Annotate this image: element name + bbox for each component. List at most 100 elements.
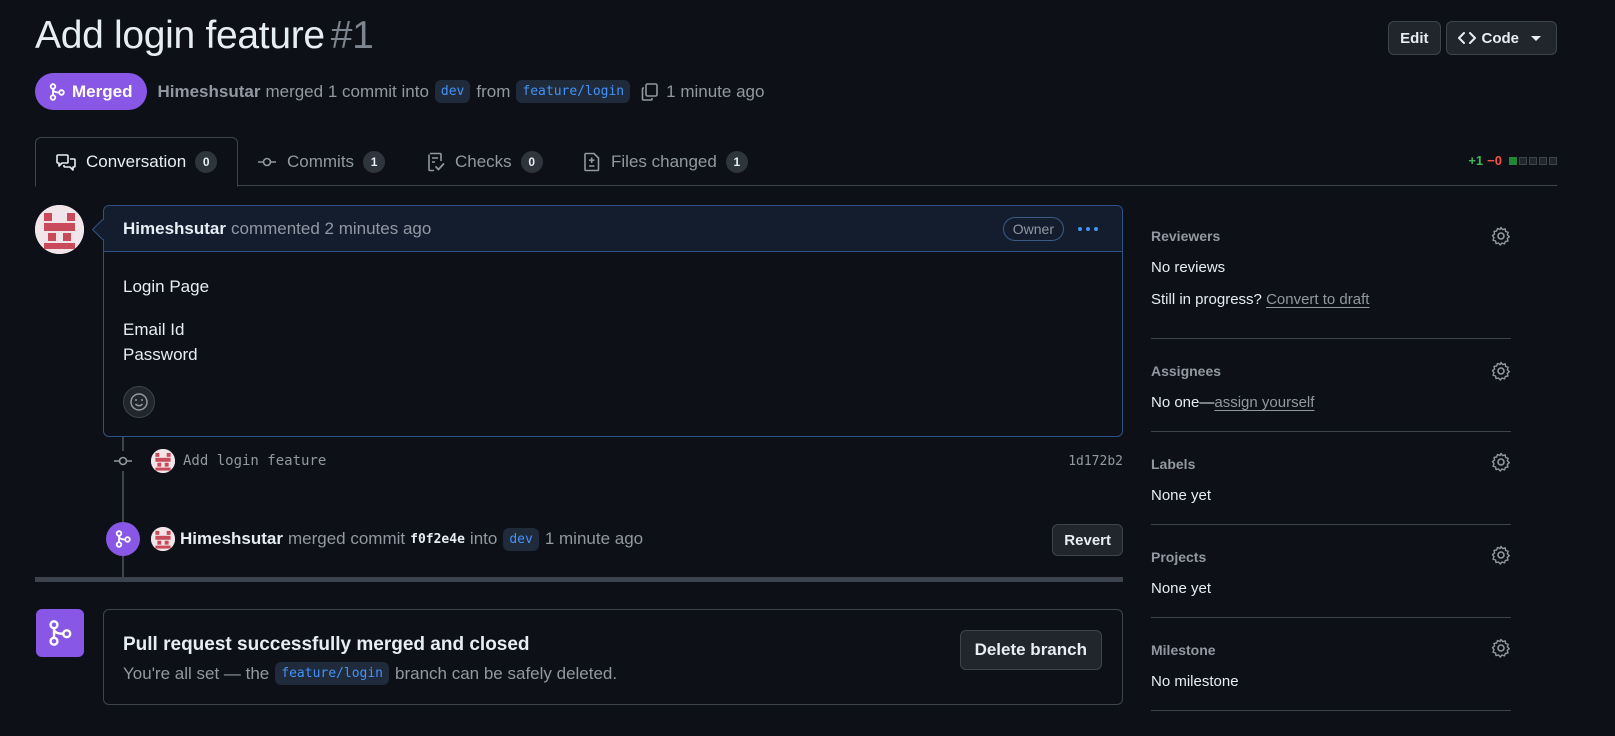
progress-text: Still in progress? [1151, 291, 1262, 308]
tab-counter: 0 [520, 150, 543, 173]
comment-line: Login Page [123, 277, 210, 296]
tab-counter: 0 [195, 151, 218, 173]
from-text: from [476, 81, 511, 101]
sidebar-assignees: Assignees No one—assign yourself [1151, 339, 1511, 432]
diffstat: +1 −0 [1468, 153, 1557, 168]
merge-commit-sha[interactable]: f0f2e4e [410, 532, 465, 547]
sidebar: Reviewers No reviews Still in progress? … [1151, 212, 1511, 711]
gear-icon[interactable] [1491, 545, 1511, 565]
commit-event: Add login feature 1d172b2 [113, 448, 1123, 474]
pr-number: #1 [330, 14, 374, 57]
owner-badge: Owner [1002, 217, 1064, 241]
tab-counter: 1 [363, 150, 386, 173]
merge-text: merged 1 commit into [265, 81, 429, 101]
comment-header: Himeshsutar commented 2 minutes ago Owne… [104, 206, 1122, 252]
merge-branch[interactable]: dev [503, 527, 539, 551]
author-link[interactable]: Himeshsutar [157, 82, 260, 102]
merge-status-box: Pull request successfully merged and clo… [103, 609, 1123, 705]
git-commit-icon [258, 157, 276, 166]
sidebar-projects: Projects None yet [1151, 525, 1511, 618]
comment-author[interactable]: Himeshsutar [123, 219, 226, 239]
comment-body: Login Page Email Id Password [104, 252, 1122, 367]
diffstat-block [1549, 156, 1557, 165]
avatar[interactable] [35, 205, 84, 254]
comment-discussion-icon [56, 154, 76, 171]
comment-card: Himeshsutar commented 2 minutes ago Owne… [103, 205, 1123, 437]
sidebar-title[interactable]: Milestone [1151, 642, 1216, 658]
pr-title-text: Add login feature [35, 14, 325, 57]
head-branch[interactable]: feature/login [516, 80, 631, 103]
caret-down-icon [1531, 36, 1541, 41]
tab-conversation[interactable]: Conversation 0 [35, 137, 239, 187]
tab-label: Commits [287, 151, 355, 171]
identicon [35, 205, 84, 254]
projects-value: None yet [1151, 580, 1212, 597]
into-text: into [469, 529, 498, 548]
merge-event: Himeshsutar merged commit f0f2e4e into d… [106, 521, 1123, 557]
identicon [151, 527, 175, 551]
revert-button[interactable]: Revert [1052, 524, 1123, 556]
tab-counter: 1 [725, 150, 748, 173]
git-commit-icon [113, 451, 133, 471]
comment-line: Email Id [123, 320, 185, 339]
reviewers-value: No reviews [1151, 259, 1226, 276]
base-branch[interactable]: dev [434, 80, 471, 103]
code-button[interactable]: Code [1445, 21, 1557, 55]
merge-status-subtitle: You're all set — the feature/login branc… [123, 662, 617, 685]
git-merge-icon [106, 522, 140, 556]
sidebar-title[interactable]: Labels [1151, 456, 1195, 472]
merge-text: merged commit [287, 529, 406, 548]
diff-additions: +1 [1468, 153, 1484, 168]
avatar[interactable] [151, 527, 175, 551]
gear-icon[interactable] [1491, 452, 1511, 472]
checklist-icon [428, 152, 445, 171]
merge-event-time: 1 minute ago [544, 529, 644, 548]
timeline-divider [35, 577, 1123, 582]
merge-status-title: Pull request successfully merged and clo… [123, 634, 530, 655]
tab-commits[interactable]: Commits 1 [237, 137, 405, 186]
edit-button[interactable]: Edit [1388, 21, 1441, 55]
header-actions: Edit Code [1388, 21, 1557, 55]
sidebar-title[interactable]: Projects [1151, 549, 1206, 565]
avatar[interactable] [151, 449, 175, 473]
tab-label: Files changed [611, 151, 717, 171]
smiley-icon [130, 393, 148, 411]
commit-sha[interactable]: 1d172b2 [1068, 454, 1123, 469]
pr-meta: Merged Himeshsutar merged 1 commit into … [35, 73, 764, 110]
delete-target-branch[interactable]: feature/login [275, 662, 390, 685]
add-reaction-button[interactable] [123, 386, 155, 418]
tab-files-changed[interactable]: Files changed 1 [563, 137, 768, 186]
assignees-value: No one— [1151, 394, 1215, 411]
diffstat-block [1519, 156, 1527, 165]
pr-tabs: Conversation 0 Commits 1 Checks 0 Files … [35, 137, 1557, 187]
merge-author[interactable]: Himeshsutar [180, 529, 283, 549]
delete-branch-button[interactable]: Delete branch [959, 630, 1102, 670]
labels-value: None yet [1151, 487, 1212, 504]
git-merge-icon [36, 609, 84, 657]
comment-line: Password [123, 345, 198, 364]
convert-to-draft-link[interactable]: Convert to draft [1266, 291, 1369, 308]
page-title: Add login feature #1 [35, 14, 374, 58]
merge-time: 1 minute ago [666, 81, 765, 101]
diffstat-block [1529, 156, 1537, 165]
gear-icon[interactable] [1491, 226, 1511, 246]
sidebar-title[interactable]: Assignees [1151, 363, 1221, 379]
status-label: Merged [72, 81, 133, 101]
file-diff-icon [584, 152, 600, 171]
sub-prefix: You're all set — the [123, 663, 270, 683]
copy-icon[interactable] [640, 82, 660, 102]
sidebar-title[interactable]: Reviewers [1151, 228, 1220, 244]
sidebar-reviewers: Reviewers No reviews Still in progress? … [1151, 212, 1511, 339]
code-icon [1457, 32, 1476, 44]
gear-icon[interactable] [1491, 361, 1511, 381]
tab-checks[interactable]: Checks 0 [407, 137, 563, 186]
assign-yourself-link[interactable]: assign yourself [1214, 394, 1314, 411]
tab-label: Conversation [86, 152, 187, 171]
diff-deletions: −0 [1487, 153, 1502, 168]
more-options-icon[interactable] [1078, 227, 1098, 231]
sub-suffix: branch can be safely deleted. [395, 663, 618, 683]
sidebar-milestone: Milestone No milestone [1151, 618, 1511, 711]
commit-message[interactable]: Add login feature [183, 453, 326, 469]
code-button-label: Code [1481, 29, 1520, 47]
gear-icon[interactable] [1491, 638, 1511, 658]
